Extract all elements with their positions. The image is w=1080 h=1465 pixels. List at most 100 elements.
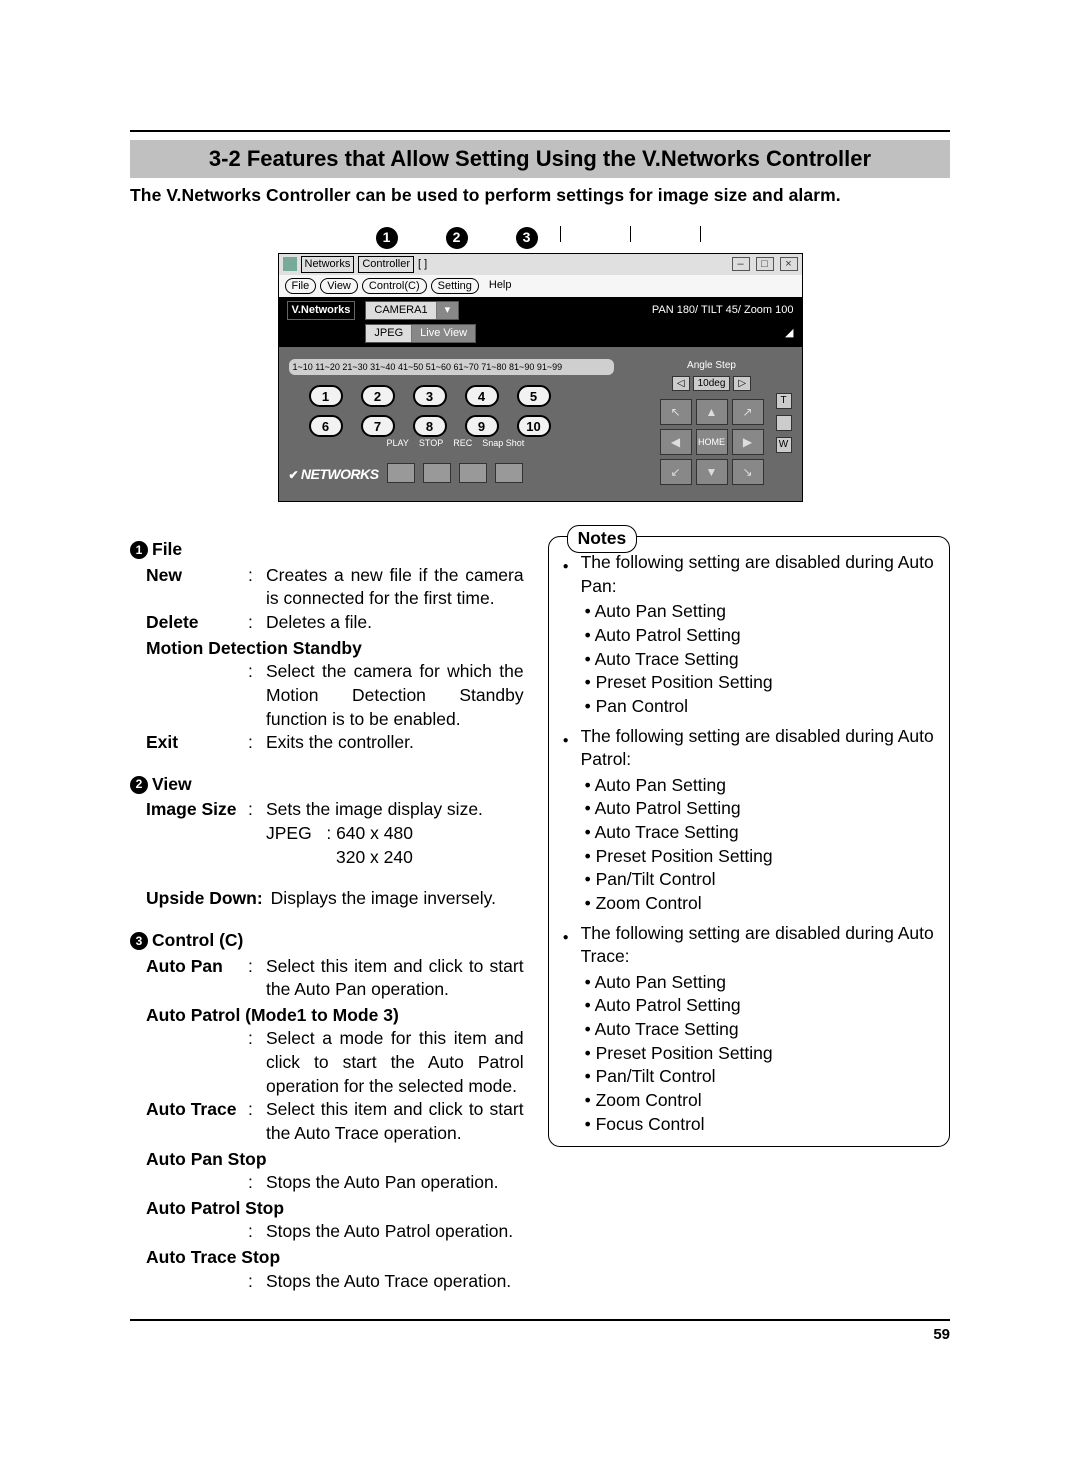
dpad-down-right[interactable]: ↘ bbox=[732, 459, 764, 485]
zoom-wide[interactable]: W bbox=[776, 437, 792, 453]
file-delete-body: Deletes a file. bbox=[266, 611, 524, 635]
notes-g1-item: Auto Patrol Setting bbox=[563, 624, 935, 648]
view-upside-body: Displays the image inversely. bbox=[263, 887, 524, 911]
file-exit-term: Exit bbox=[130, 731, 248, 755]
preset-8[interactable]: 8 bbox=[413, 415, 447, 437]
notes-g2-item: Auto Patrol Setting bbox=[563, 797, 935, 821]
notes-g3-item: Preset Position Setting bbox=[563, 1042, 935, 1066]
dpad-up-right[interactable]: ↗ bbox=[732, 399, 764, 425]
stop-button[interactable] bbox=[423, 463, 451, 483]
notes-g2-item: Auto Pan Setting bbox=[563, 774, 935, 798]
notes-g1-lead: The following setting are disabled durin… bbox=[581, 551, 935, 598]
preset-tabs[interactable]: 1~10 11~20 21~30 31~40 41~50 51~60 61~70… bbox=[289, 359, 614, 375]
dpad-down[interactable]: ▼ bbox=[696, 459, 728, 485]
dpad-up[interactable]: ▲ bbox=[696, 399, 728, 425]
minimize-button[interactable]: – bbox=[732, 257, 750, 271]
dpad-home[interactable]: HOME bbox=[696, 429, 728, 455]
angle-step-right-icon[interactable]: ▷ bbox=[733, 376, 751, 392]
zoom-bar[interactable] bbox=[776, 415, 792, 431]
vnetworks-logo: V.Networks bbox=[287, 301, 356, 320]
control-autopatrol-body: Select a mode for this item and click to… bbox=[266, 1027, 524, 1098]
preset-10[interactable]: 10 bbox=[517, 415, 551, 437]
notes-g3-item: Focus Control bbox=[563, 1113, 935, 1137]
snapshot-button[interactable] bbox=[495, 463, 523, 483]
notes-title: Notes bbox=[567, 525, 638, 553]
group-file-head: 1File bbox=[130, 538, 524, 562]
menu-help[interactable]: Help bbox=[483, 278, 518, 295]
angle-step-value: 10deg bbox=[693, 376, 731, 392]
file-mds-body: Select the camera for which the Motion D… bbox=[266, 660, 524, 731]
control-autopatrolstop-term: Auto Patrol Stop bbox=[130, 1197, 524, 1221]
notes-g3-item: Auto Trace Setting bbox=[563, 1018, 935, 1042]
notes-g2-item: Zoom Control bbox=[563, 892, 935, 916]
section-title: 3-2 Features that Allow Setting Using th… bbox=[130, 140, 950, 178]
titlebar-suffix: [ ] bbox=[418, 257, 427, 272]
control-autotrace-term: Auto Trace bbox=[130, 1098, 248, 1122]
notes-g2-item: Preset Position Setting bbox=[563, 845, 935, 869]
window-titlebar: Networks Controller [ ] – □ × bbox=[279, 254, 802, 275]
preset-7[interactable]: 7 bbox=[361, 415, 395, 437]
file-exit-body: Exits the controller. bbox=[266, 731, 524, 755]
angle-step-control[interactable]: ◁ 10deg ▷ bbox=[632, 376, 792, 392]
notes-g1-item: Preset Position Setting bbox=[563, 671, 935, 695]
notes-g1-item: Auto Trace Setting bbox=[563, 648, 935, 672]
titlebar-controller: Controller bbox=[358, 256, 414, 273]
file-mds-term: Motion Detection Standby bbox=[130, 637, 524, 661]
file-new-body: Creates a new file if the camera is conn… bbox=[266, 564, 524, 611]
play-button[interactable] bbox=[387, 463, 415, 483]
control-autopanstop-term: Auto Pan Stop bbox=[130, 1148, 524, 1172]
preset-3[interactable]: 3 bbox=[413, 385, 447, 407]
maximize-button[interactable]: □ bbox=[756, 257, 774, 271]
camera-selector[interactable]: CAMERA1 ▾ bbox=[365, 301, 459, 320]
notes-g2-item: Pan/Tilt Control bbox=[563, 868, 935, 892]
control-autotrace-body: Select this item and click to start the … bbox=[266, 1098, 524, 1145]
control-autopan-body: Select this item and click to start the … bbox=[266, 955, 524, 1002]
menu-control[interactable]: Control(C) bbox=[362, 278, 427, 295]
close-button[interactable]: × bbox=[780, 257, 798, 271]
page-number: 59 bbox=[130, 1325, 950, 1345]
section-lead: The V.Networks Controller can be used to… bbox=[130, 184, 950, 208]
notes-g3-item: Auto Pan Setting bbox=[563, 971, 935, 995]
preset-2[interactable]: 2 bbox=[361, 385, 395, 407]
controller-screenshot: Networks Controller [ ] – □ × File View … bbox=[278, 253, 803, 502]
dpad-left[interactable]: ◀ bbox=[660, 429, 692, 455]
file-delete-term: Delete bbox=[130, 611, 248, 635]
menu-setting[interactable]: Setting bbox=[431, 278, 479, 295]
view-imgsize-term: Image Size bbox=[130, 798, 248, 822]
view-upside-term: Upside Down: bbox=[130, 887, 263, 911]
preset-6[interactable]: 6 bbox=[309, 415, 343, 437]
control-autopatrol-term: Auto Patrol (Mode1 to Mode 3) bbox=[130, 1004, 524, 1028]
callout-2: 2 bbox=[446, 227, 468, 249]
preset-1[interactable]: 1 bbox=[309, 385, 343, 407]
ptz-dpad: ↖ ▲ ↗ ◀ HOME ▶ ↙ ▼ ↘ bbox=[632, 399, 792, 485]
menu-view[interactable]: View bbox=[320, 278, 358, 295]
preset-5[interactable]: 5 bbox=[517, 385, 551, 407]
notes-g1-item: Pan Control bbox=[563, 695, 935, 719]
group-control-head: 3Control (C) bbox=[130, 929, 524, 953]
notes-g3-item: Zoom Control bbox=[563, 1089, 935, 1113]
dpad-right[interactable]: ▶ bbox=[732, 429, 764, 455]
group-view-head: 2View bbox=[130, 773, 524, 797]
control-autopatrolstop-body: Stops the Auto Patrol operation. bbox=[266, 1220, 524, 1244]
dpad-down-left[interactable]: ↙ bbox=[660, 459, 692, 485]
preset-buttons: 1 2 3 4 5 6 7 8 9 10 bbox=[289, 385, 614, 437]
notes-g3-item: Auto Patrol Setting bbox=[563, 994, 935, 1018]
view-jpeg-1: JPEG : 640 x 480 bbox=[130, 822, 524, 846]
preset-9[interactable]: 9 bbox=[465, 415, 499, 437]
rec-button[interactable] bbox=[459, 463, 487, 483]
dpad-up-left[interactable]: ↖ bbox=[660, 399, 692, 425]
angle-step-left-icon[interactable]: ◁ bbox=[672, 376, 690, 392]
menu-file[interactable]: File bbox=[285, 278, 317, 295]
callout-3: 3 bbox=[516, 227, 538, 249]
titlebar-networks: Networks bbox=[301, 256, 355, 273]
resize-handle[interactable]: ◢ bbox=[785, 326, 793, 341]
notes-g2-lead: The following setting are disabled durin… bbox=[581, 725, 935, 772]
notes-g1-item: Auto Pan Setting bbox=[563, 600, 935, 624]
file-new-term: New bbox=[130, 564, 248, 588]
app-icon bbox=[283, 257, 297, 271]
format-selector[interactable]: JPEG Live View bbox=[365, 324, 476, 343]
preset-4[interactable]: 4 bbox=[465, 385, 499, 407]
zoom-tele[interactable]: T bbox=[776, 393, 792, 409]
transport-labels: PLAY STOP REC Snap Shot bbox=[309, 437, 614, 449]
screenshot-figure: 1 2 3 Networks Controller [ ] – □ × File… bbox=[130, 225, 950, 502]
